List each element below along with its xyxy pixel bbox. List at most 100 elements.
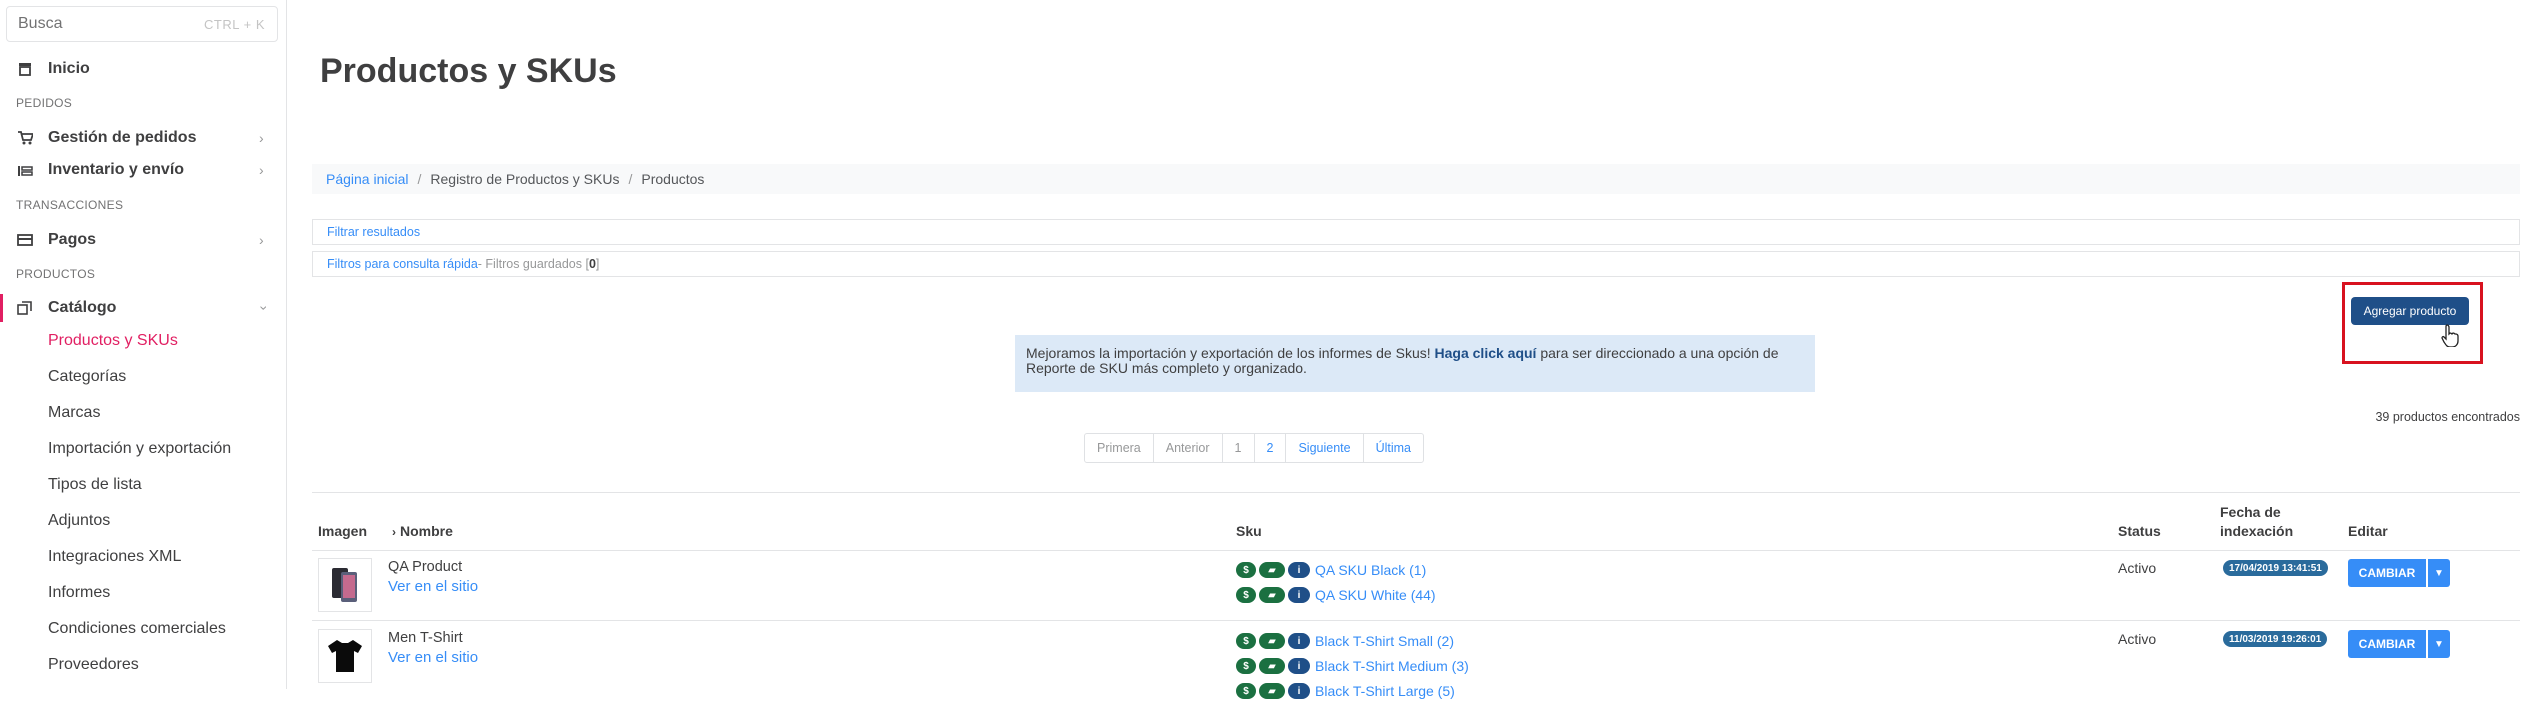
product-name: QA Product	[388, 559, 463, 575]
section-label: PRODUCTOS	[16, 267, 96, 281]
sku-link[interactable]: Black T-Shirt Medium (3)	[1315, 658, 1469, 674]
edit-group: CAMBIAR ▼	[2348, 630, 2450, 658]
chevron-down-icon[interactable]: ▼	[2428, 630, 2450, 658]
sku-item: $ ▰ i Black T-Shirt Medium (3)	[1236, 656, 1469, 676]
price-icon[interactable]: $	[1236, 683, 1256, 699]
breadcrumb-home[interactable]: Página inicial	[326, 171, 409, 187]
view-on-site-link[interactable]: Ver en el sitio	[388, 578, 478, 595]
breadcrumb-registro[interactable]: Registro de Productos y SKUs	[430, 171, 619, 187]
column-header-name-label: Nombre	[400, 523, 453, 539]
edit-button[interactable]: CAMBIAR	[2348, 630, 2426, 658]
info-icon[interactable]: i	[1288, 587, 1310, 603]
shipping-icon[interactable]: ▰	[1259, 587, 1285, 603]
catalog-item-adjuntos[interactable]: Adjuntos	[48, 512, 110, 530]
chevron-down-icon[interactable]: ▼	[2428, 559, 2450, 587]
index-date-badge: 11/03/2019 19:26:01	[2223, 631, 2328, 647]
info-icon[interactable]: i	[1288, 562, 1310, 578]
price-icon[interactable]: $	[1236, 633, 1256, 649]
breadcrumb-separator: /	[628, 171, 633, 187]
sku-item: $ ▰ i QA SKU White (44)	[1236, 585, 1436, 605]
info-text-1: Mejoramos la importación y exportación d…	[1026, 345, 1435, 361]
catalog-item-condiciones[interactable]: Condiciones comerciales	[48, 620, 226, 638]
results-count: 39 productos encontrados	[2375, 410, 2520, 424]
sku-link[interactable]: Black T-Shirt Large (5)	[1315, 683, 1455, 699]
saved-filters-suffix: ]	[595, 257, 600, 271]
catalog-item-integraciones[interactable]: Integraciones XML	[48, 548, 181, 566]
search-shortcut: CTRL + K	[204, 16, 265, 32]
store-icon	[16, 60, 34, 78]
sort-icon: ›	[392, 525, 396, 539]
quick-filters-link[interactable]: Filtros para consulta rápida	[327, 257, 478, 271]
sku-item: $ ▰ i Black T-Shirt Small (2)	[1236, 631, 1454, 651]
divider	[312, 492, 2520, 493]
add-product-button[interactable]: Agregar producto	[2351, 297, 2469, 325]
catalog-item-importacion[interactable]: Importación y exportación	[48, 440, 231, 458]
pagination: Primera Anterior 1 2 Siguiente Última	[1084, 433, 1424, 463]
shipping-icon[interactable]: ▰	[1259, 633, 1285, 649]
filter-results-panel: Filtrar resultados	[312, 219, 2520, 245]
info-icon[interactable]: i	[1288, 658, 1310, 674]
filter-results-link[interactable]: Filtrar resultados	[327, 225, 420, 239]
search-input[interactable]: Busca CTRL + K	[6, 6, 278, 42]
price-icon[interactable]: $	[1236, 658, 1256, 674]
nav-label: Inventario y envío	[48, 161, 185, 178]
catalog-icon	[16, 299, 34, 317]
nav-item-gestion-pedidos[interactable]: Gestión de pedidos ›	[0, 127, 287, 149]
pagination-first[interactable]: Primera	[1085, 434, 1154, 462]
inventory-icon	[16, 161, 34, 179]
pagination-last[interactable]: Última	[1364, 434, 1423, 462]
section-label: PEDIDOS	[16, 96, 73, 110]
nav-item-pagos[interactable]: Pagos ›	[0, 229, 287, 251]
column-header-sku: Sku	[1236, 523, 1262, 539]
saved-filters-count: 0	[588, 257, 596, 271]
shipping-icon[interactable]: ▰	[1259, 683, 1285, 699]
breadcrumb: Página inicial / Registro de Productos y…	[312, 164, 2520, 194]
catalog-item-informes[interactable]: Informes	[48, 584, 110, 602]
product-thumbnail[interactable]	[318, 629, 372, 683]
nav-item-inventario[interactable]: Inventario y envío ›	[0, 159, 287, 181]
pagination-prev[interactable]: Anterior	[1154, 434, 1223, 462]
column-header-status: Status	[2118, 523, 2161, 539]
catalog-item-tipos-lista[interactable]: Tipos de lista	[48, 476, 142, 494]
pagination-page-1[interactable]: 1	[1223, 434, 1255, 462]
column-header-name[interactable]: › Nombre	[392, 523, 453, 539]
catalog-item-categorias[interactable]: Categorías	[48, 368, 126, 386]
view-on-site-link[interactable]: Ver en el sitio	[388, 649, 478, 666]
pagination-page-2[interactable]: 2	[1255, 434, 1287, 462]
chevron-right-icon: ›	[259, 232, 264, 248]
shipping-icon[interactable]: ▰	[1259, 658, 1285, 674]
sku-item: $ ▰ i QA SKU Black (1)	[1236, 560, 1426, 580]
edit-button[interactable]: CAMBIAR	[2348, 559, 2426, 587]
pagination-next[interactable]: Siguiente	[1286, 434, 1364, 462]
catalog-item-proveedores[interactable]: Proveedores	[48, 656, 139, 674]
price-icon[interactable]: $	[1236, 562, 1256, 578]
info-icon[interactable]: i	[1288, 633, 1310, 649]
info-link[interactable]: Haga click aquí	[1435, 345, 1537, 361]
chevron-down-icon: ›	[256, 305, 273, 311]
column-header-edit: Editar	[2348, 523, 2388, 539]
nav-label: Gestión de pedidos	[48, 129, 197, 146]
divider	[312, 620, 2520, 621]
divider	[312, 550, 2520, 551]
nav-item-inicio[interactable]: Inicio	[0, 58, 287, 80]
nav-item-catalogo[interactable]: Catálogo ›	[0, 297, 287, 319]
sku-link[interactable]: QA SKU Black (1)	[1315, 562, 1426, 578]
price-icon[interactable]: $	[1236, 587, 1256, 603]
column-header-date: Fecha de indexación	[2220, 504, 2294, 539]
nav-label: Pagos	[48, 231, 97, 248]
info-icon[interactable]: i	[1288, 683, 1310, 699]
index-date-badge: 17/04/2019 13:41:51	[2223, 560, 2328, 576]
card-icon	[16, 231, 34, 249]
product-thumbnail[interactable]	[318, 558, 372, 612]
catalog-item-marcas[interactable]: Marcas	[48, 404, 100, 422]
column-header-image: Imagen	[318, 523, 368, 539]
info-banner: Mejoramos la importación y exportación d…	[1015, 335, 1815, 392]
status-badge: Activo	[2118, 560, 2157, 576]
sidebar: Busca CTRL + K Inicio PEDIDOS Gestión de…	[0, 0, 287, 689]
sku-link[interactable]: QA SKU White (44)	[1315, 587, 1436, 603]
sku-link[interactable]: Black T-Shirt Small (2)	[1315, 633, 1454, 649]
section-label: TRANSACCIONES	[16, 198, 124, 212]
shipping-icon[interactable]: ▰	[1259, 562, 1285, 578]
edit-group: CAMBIAR ▼	[2348, 559, 2450, 587]
catalog-item-productos[interactable]: Productos y SKUs	[48, 332, 178, 350]
